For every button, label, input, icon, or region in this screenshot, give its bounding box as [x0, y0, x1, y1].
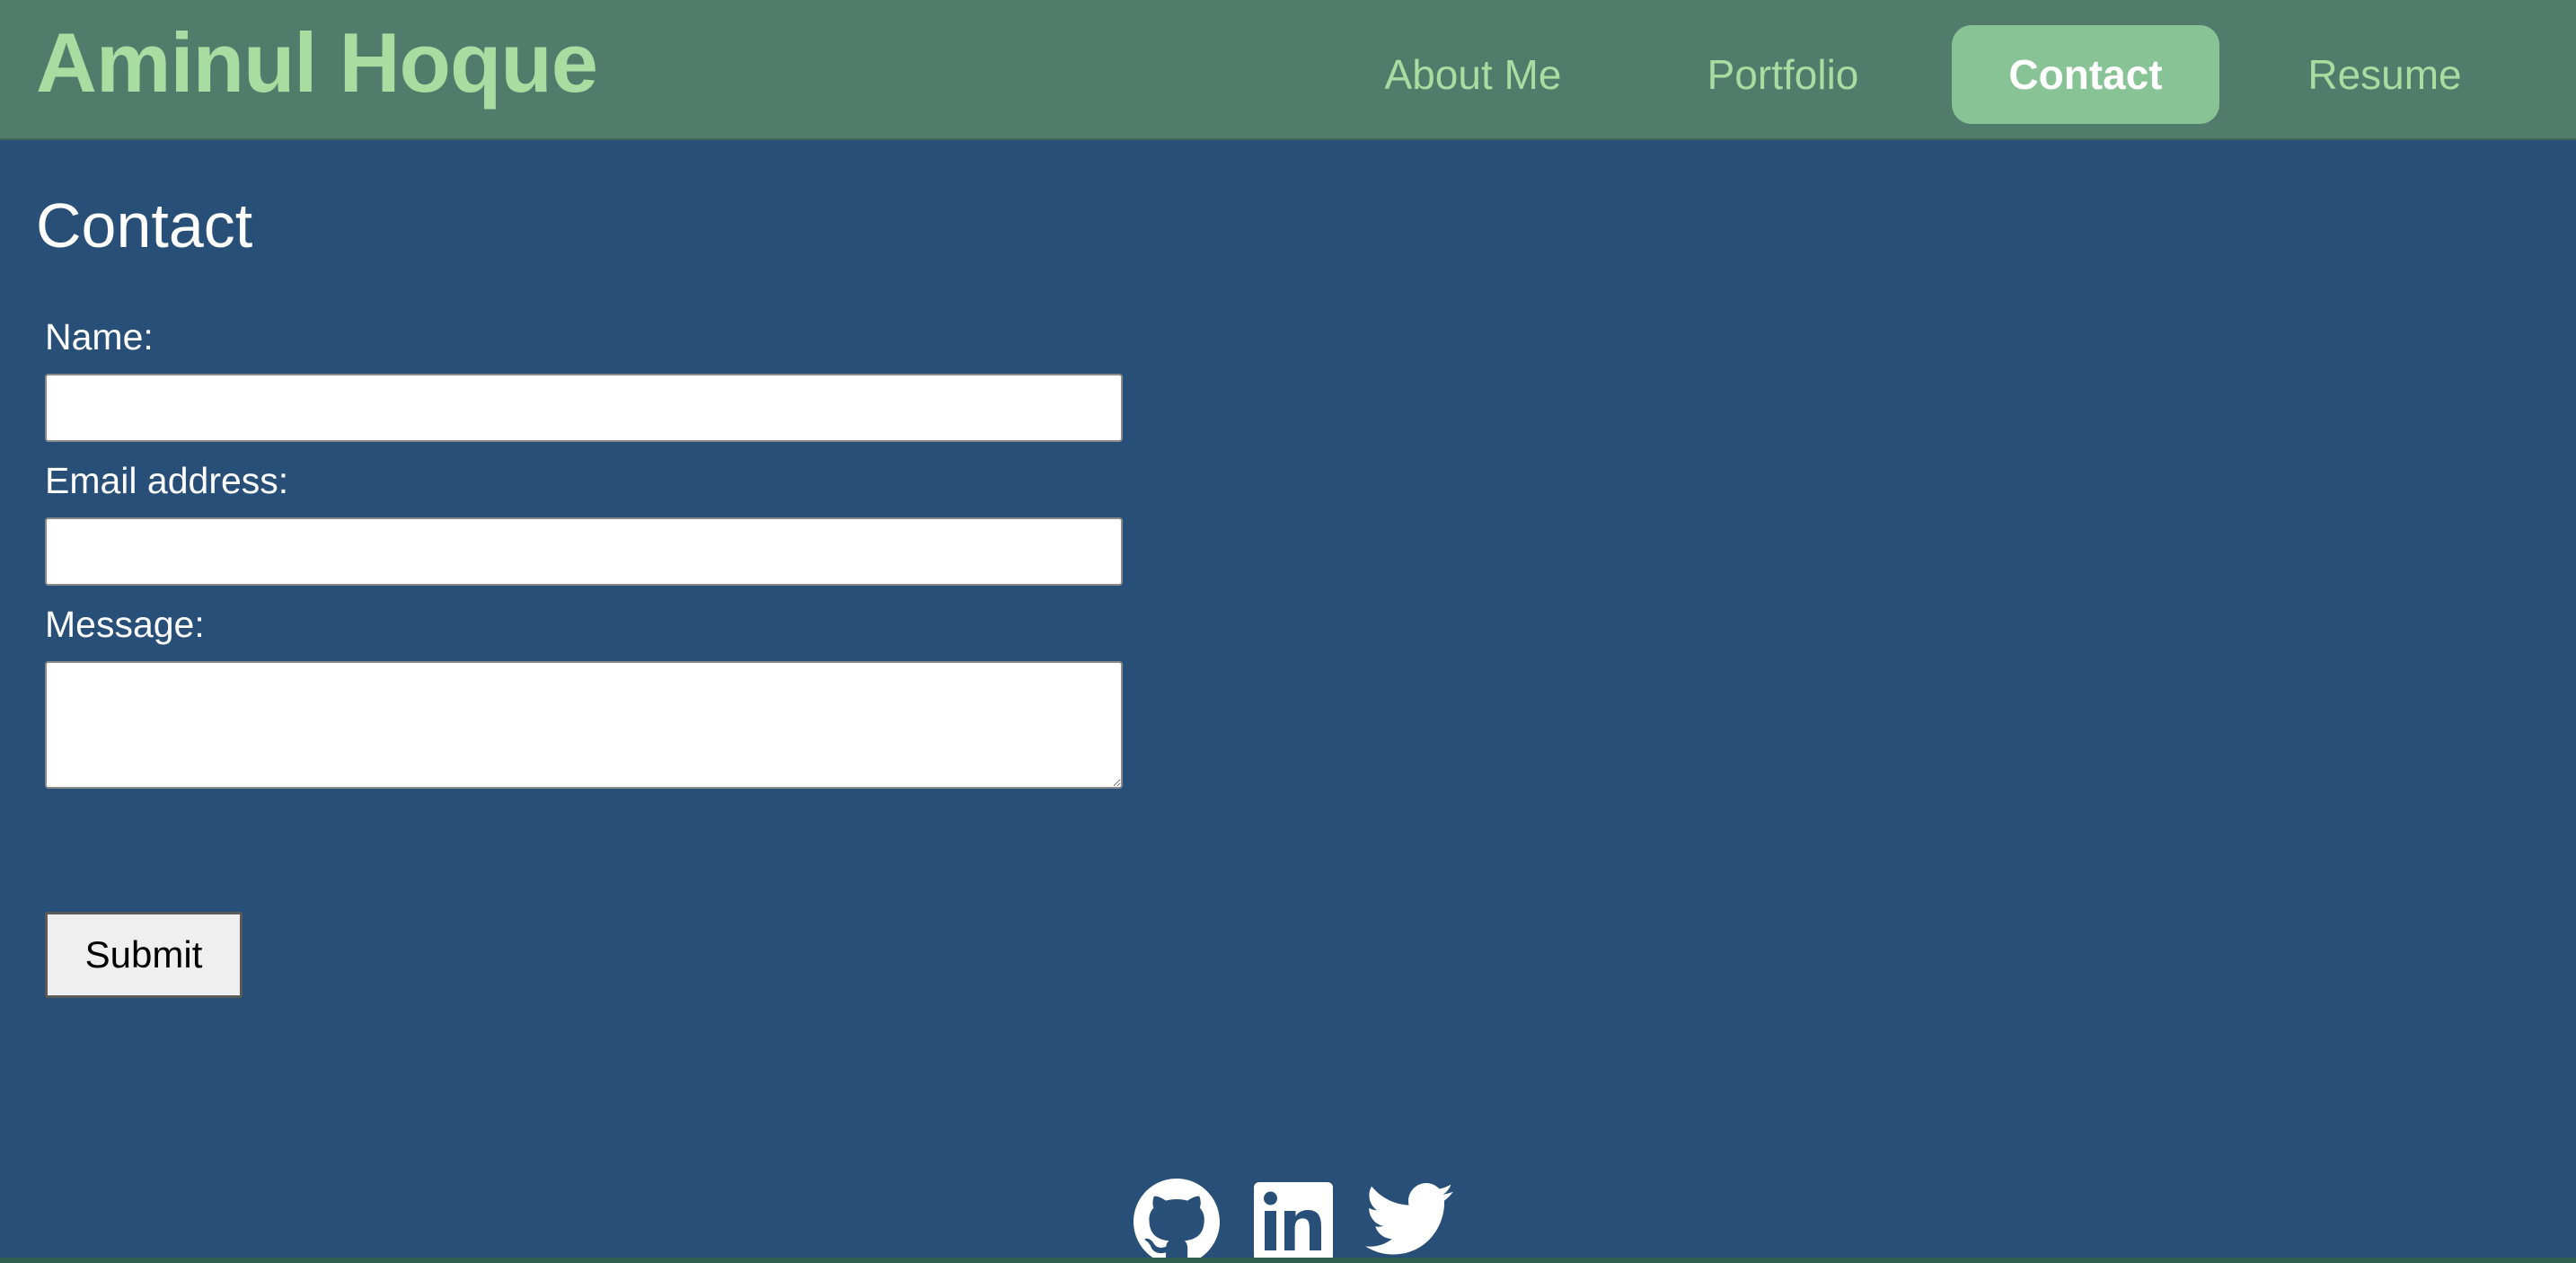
- twitter-icon[interactable]: [1365, 1179, 1453, 1263]
- bottom-edge-divider: [0, 1258, 2576, 1263]
- site-header: Aminul Hoque About Me Portfolio Contact …: [0, 0, 2576, 140]
- nav-resume[interactable]: Resume: [2281, 25, 2488, 124]
- name-input[interactable]: [45, 374, 1123, 442]
- email-label: Email address:: [45, 460, 289, 501]
- github-icon[interactable]: [1134, 1179, 1220, 1263]
- linkedin-icon[interactable]: [1254, 1179, 1333, 1263]
- submit-button[interactable]: Submit: [45, 912, 243, 998]
- nav-contact-active[interactable]: Contact: [1952, 25, 2219, 124]
- page-title: Contact: [36, 190, 253, 261]
- name-label: Name:: [45, 316, 154, 358]
- nav-about-me[interactable]: About Me: [1347, 25, 1599, 124]
- message-textarea[interactable]: [45, 661, 1123, 789]
- email-input[interactable]: [45, 517, 1123, 586]
- site-title: Aminul Hoque: [36, 15, 598, 110]
- nav-portfolio[interactable]: Portfolio: [1680, 25, 1886, 124]
- message-label: Message:: [45, 604, 205, 645]
